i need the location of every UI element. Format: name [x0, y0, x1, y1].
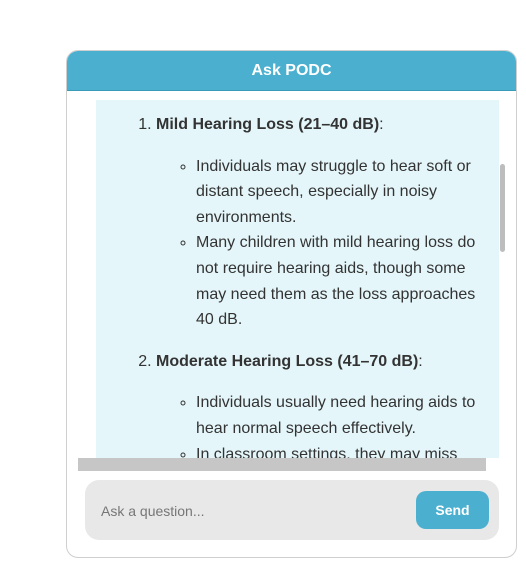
horizontal-scrollbar[interactable] [78, 458, 486, 471]
list-item: Mild Hearing Loss (21–40 dB): Individual… [156, 112, 499, 333]
input-bar: Send [85, 480, 499, 540]
sub-list-item: Individuals may struggle to hear soft or… [196, 154, 477, 231]
send-button[interactable]: Send [416, 491, 489, 529]
chat-widget: Ask PODC Mild Hearing Loss (21–40 dB): I… [66, 50, 517, 558]
sub-list: Individuals usually need hearing aids to… [156, 390, 499, 458]
message-area[interactable]: Mild Hearing Loss (21–40 dB): Individual… [96, 100, 499, 458]
sub-list-item: Many children with mild hearing loss do … [196, 230, 477, 332]
hearing-loss-list: Mild Hearing Loss (21–40 dB): Individual… [96, 112, 499, 458]
list-item-title: Moderate Hearing Loss (41–70 dB) [156, 352, 419, 370]
list-item-title: Mild Hearing Loss (21–40 dB) [156, 116, 380, 133]
list-item: Moderate Hearing Loss (41–70 dB): Indivi… [156, 349, 499, 458]
bot-message: Mild Hearing Loss (21–40 dB): Individual… [96, 100, 499, 458]
vertical-scrollbar[interactable] [500, 164, 505, 252]
chat-title: Ask PODC [251, 61, 332, 79]
question-input[interactable] [99, 496, 403, 526]
sub-list: Individuals may struggle to hear soft or… [156, 154, 499, 333]
sub-list-item: Individuals usually need hearing aids to… [196, 390, 477, 441]
sub-list-item: In classroom settings, they may miss [196, 442, 477, 458]
chat-header: Ask PODC [67, 51, 516, 91]
